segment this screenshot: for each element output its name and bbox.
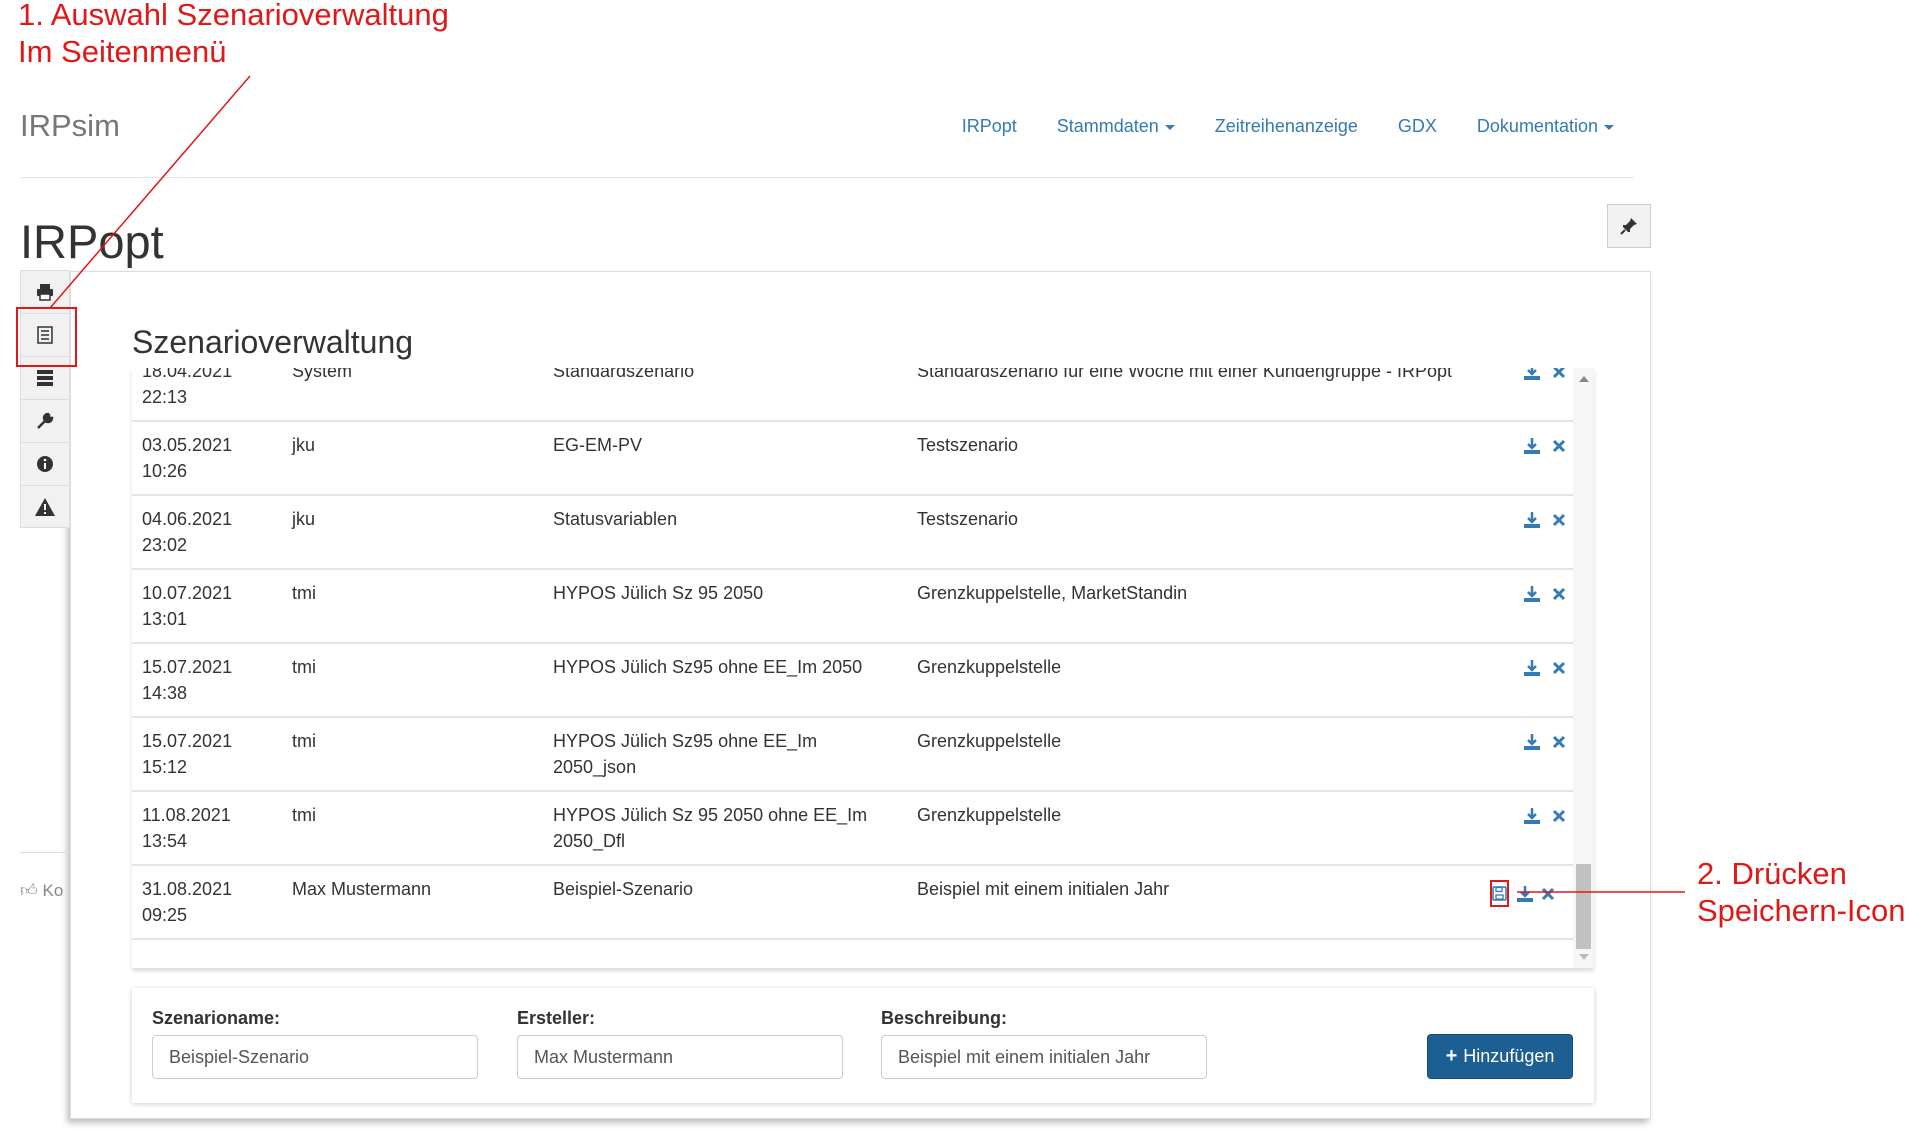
annotation-arrows	[49, 75, 1685, 893]
